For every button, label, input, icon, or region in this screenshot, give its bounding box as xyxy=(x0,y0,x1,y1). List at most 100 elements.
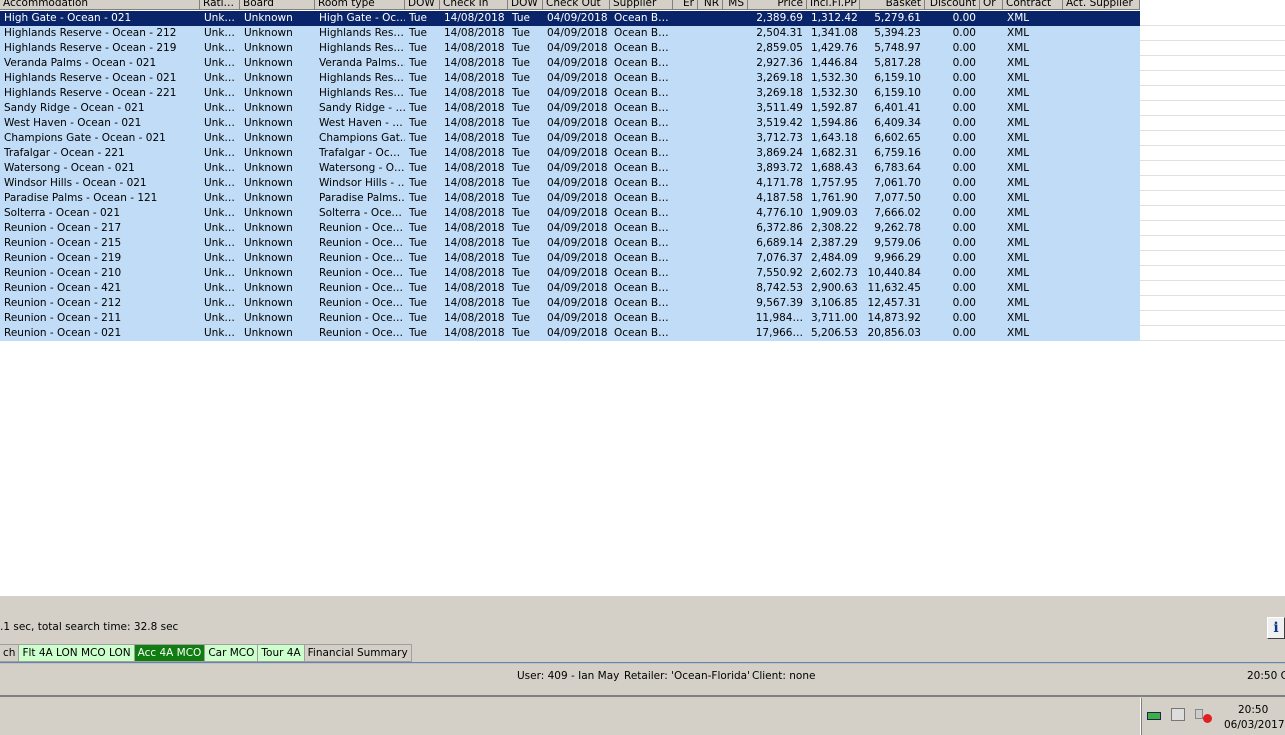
table-cell xyxy=(723,146,748,161)
table-cell: Tue xyxy=(409,162,427,174)
table-row[interactable]: West Haven - Ocean - 021 Unk… Unknown West … xyxy=(0,116,1285,131)
table-row[interactable]: Reunion - Ocean - 211 Unk… Unknown Reunion … xyxy=(0,311,1285,326)
column-header[interactable]: DOW xyxy=(508,0,543,10)
table-cell xyxy=(698,161,723,176)
table-cell: Reunion - Oce… xyxy=(319,237,404,249)
table-row[interactable]: Solterra - Ocean - 021 Unk… Unknown Solterr… xyxy=(0,206,1285,221)
table-row[interactable]: Highlands Reserve - Ocean - 212 Unk… Unkno… xyxy=(0,26,1285,41)
table-cell: XML xyxy=(1007,297,1030,309)
table-row[interactable]: Highlands Reserve - Ocean - 021 Unk… Unkno… xyxy=(0,71,1285,86)
tab[interactable]: Car MCO xyxy=(205,644,259,662)
table-cell xyxy=(698,41,723,56)
tab[interactable]: Acc 4A MCO xyxy=(134,644,206,662)
table-row[interactable]: Watersong - Ocean - 021 Unk… Unknown Waters… xyxy=(0,161,1285,176)
column-header[interactable]: Contract xyxy=(1003,0,1063,10)
table-cell: 14/08/2018 xyxy=(444,102,505,114)
table-cell: Reunion - Ocean - 219 xyxy=(4,252,122,264)
column-header[interactable]: Incl.Fl.PP xyxy=(807,0,860,10)
table-row[interactable]: Reunion - Ocean - 215 Unk… Unknown Reunion … xyxy=(0,236,1285,251)
table-cell: XML xyxy=(1007,27,1030,39)
table-cell: Tue xyxy=(409,87,427,99)
table-cell xyxy=(673,191,698,206)
column-header[interactable]: Check In xyxy=(440,0,508,10)
table-row[interactable]: Veranda Palms - Ocean - 021 Unk… Unknown Ve… xyxy=(0,56,1285,71)
table-cell: 5,394.23 xyxy=(874,27,921,39)
taskbar-time[interactable]: 20:50 xyxy=(1238,704,1268,716)
table-cell: Unknown xyxy=(244,162,293,174)
table-cell: Champions Gat… xyxy=(319,132,405,144)
column-header[interactable]: Basket xyxy=(860,0,925,10)
table-cell: 04/09/2018 xyxy=(547,87,608,99)
table-row[interactable]: Sandy Ridge - Ocean - 021 Unk… Unknown Sand… xyxy=(0,101,1285,116)
table-row[interactable]: Reunion - Ocean - 021 Unk… Unknown Reunion … xyxy=(0,326,1285,341)
network-connection-icon[interactable] xyxy=(1171,708,1185,721)
column-header[interactable]: MS xyxy=(723,0,748,10)
table-cell: XML xyxy=(1007,162,1030,174)
table-cell: Ocean B… xyxy=(614,162,669,174)
column-header[interactable]: Er xyxy=(673,0,698,10)
column-header[interactable]: NR xyxy=(698,0,723,10)
column-header[interactable]: Discount xyxy=(925,0,980,10)
column-header[interactable]: Board xyxy=(240,0,315,10)
table-cell: XML xyxy=(1007,72,1030,84)
results-grid[interactable]: Accommodation Rati… Board Room type DOW Check… xyxy=(0,0,1285,596)
table-row[interactable]: Highlands Reserve - Ocean - 221 Unk… Unkno… xyxy=(0,86,1285,101)
table-cell: Tue xyxy=(409,252,427,264)
table-row[interactable]: Reunion - Ocean - 421 Unk… Unknown Reunion … xyxy=(0,281,1285,296)
table-cell: Solterra - Ocean - 021 xyxy=(4,207,121,219)
table-cell xyxy=(698,71,723,86)
column-header[interactable]: DOW xyxy=(405,0,440,10)
table-cell: Tue xyxy=(409,57,427,69)
table-cell: 14/08/2018 xyxy=(444,207,505,219)
table-cell: 04/09/2018 xyxy=(547,57,608,69)
info-button[interactable]: i xyxy=(1267,617,1285,639)
column-header[interactable]: Room type xyxy=(315,0,405,10)
table-cell: Tue xyxy=(512,267,530,279)
table-row[interactable]: Trafalgar - Ocean - 221 Unk… Unknown Trafal… xyxy=(0,146,1285,161)
column-header[interactable]: Supplier xyxy=(610,0,673,10)
table-cell: XML xyxy=(1007,132,1030,144)
table-row[interactable]: High Gate - Ocean - 021 Unk… Unknown High G… xyxy=(0,11,1285,26)
table-row[interactable]: Highlands Reserve - Ocean - 219 Unk… Unkno… xyxy=(0,41,1285,56)
volume-muted-icon[interactable] xyxy=(1195,709,1203,719)
tab[interactable]: Financial Summary xyxy=(304,644,412,662)
column-header[interactable]: Check Out xyxy=(543,0,610,10)
column-header[interactable]: Act. Supplier xyxy=(1063,0,1140,10)
table-cell: 14/08/2018 xyxy=(444,192,505,204)
table-row[interactable]: Paradise Palms - Ocean - 121 Unk… Unknown P… xyxy=(0,191,1285,206)
table-cell: 04/09/2018 xyxy=(547,117,608,129)
column-header[interactable]: Price xyxy=(748,0,807,10)
table-cell: 14/08/2018 xyxy=(444,42,505,54)
table-row[interactable]: Windsor Hills - Ocean - 021 Unk… Unknown Wi… xyxy=(0,176,1285,191)
network-card-icon[interactable] xyxy=(1147,712,1161,720)
table-cell: 14/08/2018 xyxy=(444,162,505,174)
table-cell: Tue xyxy=(409,312,427,324)
retailer-label: Retailer: 'Ocean-Florida' xyxy=(624,670,750,682)
table-row[interactable]: Reunion - Ocean - 217 Unk… Unknown Reunion … xyxy=(0,221,1285,236)
table-cell xyxy=(723,71,748,86)
table-cell: 1,532.30 xyxy=(811,87,858,99)
user-label: User: 409 - Ian May xyxy=(517,670,620,682)
tab[interactable]: Flt 4A LON MCO LON xyxy=(19,644,135,662)
tab[interactable]: Tour 4A xyxy=(258,644,305,662)
table-cell xyxy=(698,191,723,206)
table-row[interactable]: Reunion - Ocean - 219 Unk… Unknown Reunion … xyxy=(0,251,1285,266)
table-cell: 14/08/2018 xyxy=(444,147,505,159)
table-row[interactable]: Reunion - Ocean - 210 Unk… Unknown Reunion … xyxy=(0,266,1285,281)
table-cell: 6,689.14 xyxy=(756,237,803,249)
table-cell: 14/08/2018 xyxy=(444,297,505,309)
table-cell: Unknown xyxy=(244,192,293,204)
table-row[interactable]: Champions Gate - Ocean - 021 Unk… Unknown C… xyxy=(0,131,1285,146)
column-header[interactable]: Or xyxy=(980,0,1003,10)
tab[interactable]: ch xyxy=(0,644,20,662)
table-cell: Ocean B… xyxy=(614,57,669,69)
table-cell xyxy=(723,191,748,206)
table-cell: 14/08/2018 xyxy=(444,132,505,144)
table-cell: Reunion - Oce… xyxy=(319,267,404,279)
table-row[interactable]: Reunion - Ocean - 212 Unk… Unknown Reunion … xyxy=(0,296,1285,311)
column-header[interactable]: Accommodation xyxy=(0,0,200,10)
table-cell xyxy=(673,11,698,26)
column-header[interactable]: Rati… xyxy=(200,0,240,10)
table-cell: 5,748.97 xyxy=(874,42,921,54)
taskbar-date[interactable]: 06/03/2017 xyxy=(1224,719,1285,731)
